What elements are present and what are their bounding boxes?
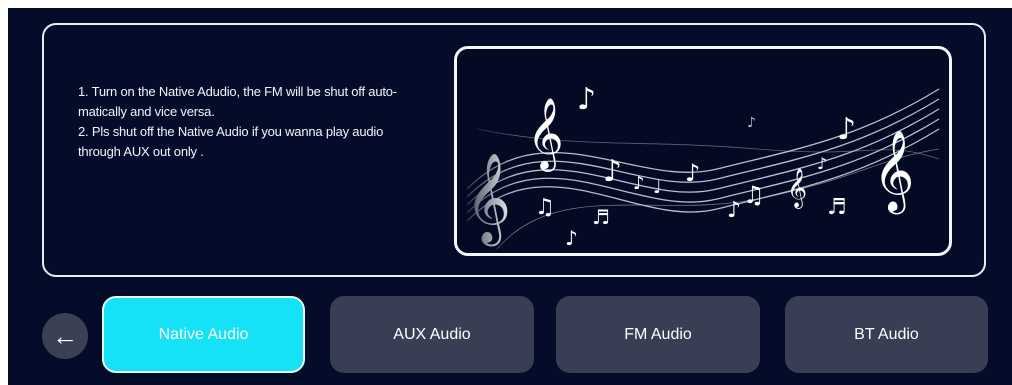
tab-label: Native Audio — [158, 325, 249, 343]
tab-label: FM Audio — [624, 325, 692, 343]
tab-label: BT Audio — [854, 325, 919, 343]
tab-label: AUX Audio — [393, 325, 471, 343]
info-panel: 1. Turn on the Native Adudio, the FM wil… — [42, 23, 986, 277]
instruction-line-3: 2. Pls shut off the Native Audio if you … — [78, 124, 384, 139]
tab-bt-audio[interactable]: BT Audio — [785, 296, 988, 373]
instruction-line-2: matically and vice versa. — [78, 104, 215, 119]
instruction-line-1: 1. Turn on the Native Adudio, the FM wil… — [78, 84, 397, 99]
tab-aux-audio[interactable]: AUX Audio — [330, 296, 534, 373]
back-button[interactable]: ← — [42, 313, 88, 359]
arrow-left-icon: ← — [52, 321, 78, 351]
instruction-line-4: through AUX out only . — [78, 144, 204, 159]
music-staff-notes-illustration: 𝄞 𝄞 𝄞 𝄞 ♪ ♪ ♪ ♪ ♫ ♬ ♪ ♪ ♩ ♪ ♫ ♬ ♪ — [457, 49, 949, 253]
audio-settings-screen: 1. Turn on the Native Adudio, the FM wil… — [8, 8, 1012, 385]
instructions-text: 1. Turn on the Native Adudio, the FM wil… — [78, 82, 438, 162]
tab-native-audio[interactable]: Native Audio — [102, 296, 305, 373]
music-illustration: 𝄞 𝄞 𝄞 𝄞 ♪ ♪ ♪ ♪ ♫ ♬ ♪ ♪ ♩ ♪ ♫ ♬ ♪ — [454, 46, 952, 256]
tab-fm-audio[interactable]: FM Audio — [556, 296, 760, 373]
